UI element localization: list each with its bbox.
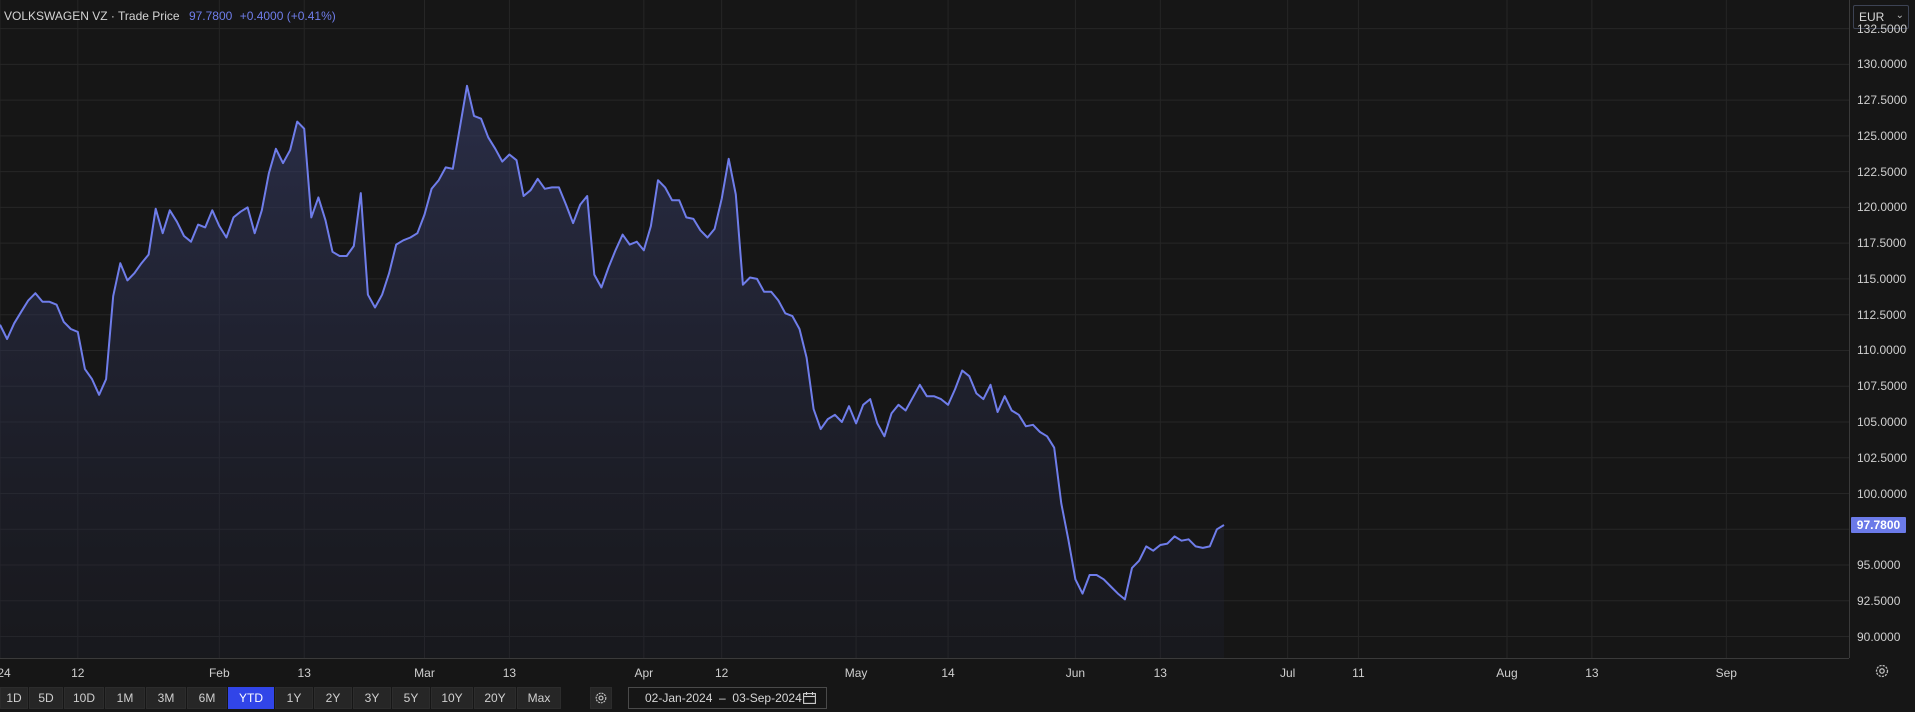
range-button-2y[interactable]: 2Y xyxy=(314,687,352,709)
range-button-1y[interactable]: 1Y xyxy=(275,687,313,709)
range-button-5y[interactable]: 5Y xyxy=(392,687,430,709)
x-tick-label: May xyxy=(844,666,868,680)
x-tick-label: Apr xyxy=(634,666,654,680)
x-tick-label: Feb xyxy=(208,666,230,680)
last-price: 97.7800 xyxy=(188,9,233,23)
price-change: +0.4000 (+0.41%) xyxy=(239,9,336,23)
instrument-name: VOLKSWAGEN VZ · Trade Price xyxy=(4,9,180,23)
y-tick-label: 110.0000 xyxy=(1857,343,1907,358)
last-price-tag: 97.7800 xyxy=(1851,516,1906,533)
x-tick-label: 13 xyxy=(1153,666,1167,680)
x-tick-label: Jul xyxy=(1279,666,1296,680)
range-button-1d[interactable]: 1D xyxy=(0,687,28,709)
x-tick-label: Sep xyxy=(1715,666,1737,680)
range-button-10y[interactable]: 10Y xyxy=(431,687,473,709)
range-button-6m[interactable]: 6M xyxy=(187,687,227,709)
chevron-down-icon: ⌄ xyxy=(1895,10,1904,21)
y-tick-label: 125.0000 xyxy=(1857,128,1908,143)
y-tick-label: 100.0000 xyxy=(1857,486,1908,501)
y-tick-label: 105.0000 xyxy=(1857,414,1908,429)
y-tick-label: 102.5000 xyxy=(1857,450,1908,465)
x-tick-label: Aug xyxy=(1496,666,1518,680)
y-tick-label: 90.0000 xyxy=(1857,629,1901,644)
y-tick-label: 112.5000 xyxy=(1857,307,1907,322)
y-tick-label: 115.0000 xyxy=(1857,271,1907,286)
chart-settings-button[interactable] xyxy=(590,687,612,709)
x-tick-label: 11 xyxy=(1352,666,1365,680)
y-tick-label: 120.0000 xyxy=(1857,200,1908,215)
range-button-max[interactable]: Max xyxy=(517,687,561,709)
y-tick-label: 122.5000 xyxy=(1857,164,1908,179)
x-tick-label: 13 xyxy=(1585,666,1599,680)
y-tick-label: 95.0000 xyxy=(1857,558,1901,573)
x-tick-label: 14 xyxy=(941,666,955,680)
x-tick-label: 12 xyxy=(71,666,85,680)
range-button-3m[interactable]: 3M xyxy=(146,687,186,709)
range-button-20y[interactable]: 20Y xyxy=(474,687,516,709)
date-range-picker[interactable]: 02-Jan-2024 – 03-Sep-2024 xyxy=(628,687,827,709)
x-tick-label: 24 xyxy=(0,666,11,680)
x-tick-label: 13 xyxy=(502,666,517,680)
range-button-1m[interactable]: 1M xyxy=(105,687,145,709)
date-range-text: 02-Jan-2024 – 03-Sep-2024 xyxy=(645,691,802,705)
range-toolbar: 1D 5D 10D 1M 3M 6M YTD 1Y 2Y 3Y 5Y 10Y 20Y Max 02-Jan… xyxy=(0,687,1915,711)
gear-icon xyxy=(595,692,607,704)
range-button-10d[interactable]: 10D xyxy=(64,687,104,709)
y-tick-label: 107.5000 xyxy=(1857,379,1908,394)
price-chart[interactable] xyxy=(0,0,1849,658)
range-button-5d[interactable]: 5D xyxy=(29,687,63,709)
y-tick-label: 130.0000 xyxy=(1857,57,1908,72)
chart-legend: VOLKSWAGEN VZ · Trade Price 97.7800 +0.4… xyxy=(4,9,336,23)
x-tick-label: Jun xyxy=(1065,666,1086,680)
y-tick-label: 127.5000 xyxy=(1857,93,1908,108)
range-button-ytd[interactable]: YTD xyxy=(228,687,274,709)
range-button-3y[interactable]: 3Y xyxy=(353,687,391,709)
calendar-icon xyxy=(803,692,816,704)
gear-icon[interactable] xyxy=(1874,663,1890,679)
time-axis-line xyxy=(0,658,1849,659)
x-tick-label: Mar xyxy=(414,666,435,680)
y-tick-label: 132.5000 xyxy=(1857,21,1908,36)
y-tick-label: 92.5000 xyxy=(1857,593,1901,608)
chart-area[interactable]: VOLKSWAGEN VZ · Trade Price 97.7800 +0.4… xyxy=(0,0,1849,658)
y-tick-label: 117.5000 xyxy=(1857,236,1907,251)
x-tick-label: 13 xyxy=(297,666,311,680)
x-tick-label: 12 xyxy=(714,666,729,680)
